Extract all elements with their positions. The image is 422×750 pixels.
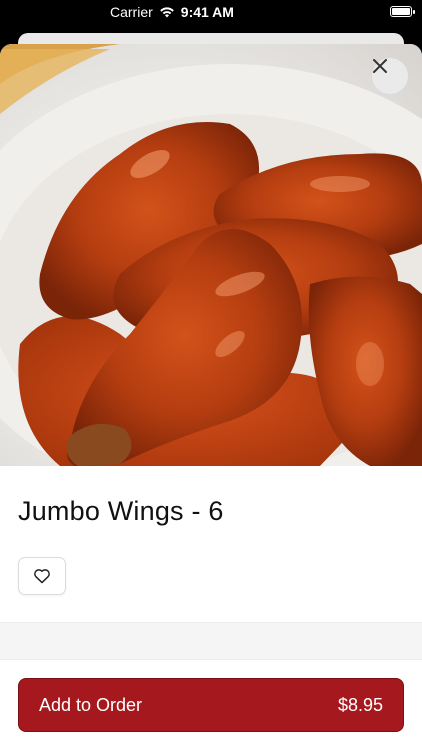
item-detail-sheet: Jumbo Wings - 6 Add to Order $8.95 xyxy=(0,44,422,750)
status-bar: Carrier 9:41 AM xyxy=(0,0,422,26)
clock: 9:41 AM xyxy=(180,4,234,20)
wifi-icon xyxy=(159,7,174,18)
heart-icon xyxy=(34,569,50,584)
section-divider xyxy=(0,622,422,660)
status-left: Carrier 9:41 AM xyxy=(110,4,234,20)
price-label: $8.95 xyxy=(337,694,383,715)
close-icon xyxy=(373,59,387,73)
wings-illustration xyxy=(0,44,422,466)
add-to-order-label: Add to Order xyxy=(39,694,143,715)
carrier-label: Carrier xyxy=(110,4,153,20)
close-button[interactable] xyxy=(372,58,408,94)
favorite-button[interactable] xyxy=(18,557,66,595)
battery-icon xyxy=(390,6,415,17)
item-title: Jumbo Wings - 6 xyxy=(18,496,224,526)
item-photo xyxy=(0,44,422,466)
add-to-order-button[interactable]: Add to Order $8.95 xyxy=(18,678,404,732)
